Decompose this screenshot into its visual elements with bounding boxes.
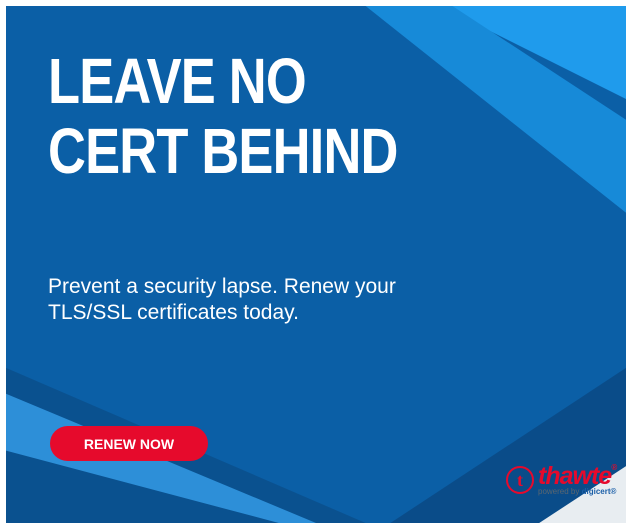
digicert-mark: ® xyxy=(610,487,617,496)
thawte-logo-mark-icon: t xyxy=(506,466,534,494)
logo-mark-letter: t xyxy=(517,469,523,490)
trademark-symbol: ® xyxy=(611,463,617,472)
thawte-wordmark-text: thawte xyxy=(538,462,612,490)
thawte-wordmark: thawte® xyxy=(538,462,617,490)
logo-text: thawte® powered by digicert® xyxy=(538,462,617,496)
headline-line-2: CERT BEHIND xyxy=(48,115,398,188)
powered-by-digicert: powered by digicert® xyxy=(538,488,616,496)
subheadline: Prevent a security lapse. Renew your TLS… xyxy=(48,275,396,324)
headline-line-1: LEAVE NO xyxy=(48,45,307,117)
thawte-logo[interactable]: t thawte® powered by digicert® xyxy=(506,462,624,498)
digicert-brand: digicert xyxy=(581,487,611,496)
headline: LEAVE NO CERT BEHIND xyxy=(48,46,474,187)
thawte-ad-banner[interactable]: LEAVE NO CERT BEHIND Prevent a security … xyxy=(6,6,626,523)
powered-by-text: powered by xyxy=(538,487,580,496)
renew-now-button[interactable]: RENEW NOW xyxy=(50,426,208,461)
